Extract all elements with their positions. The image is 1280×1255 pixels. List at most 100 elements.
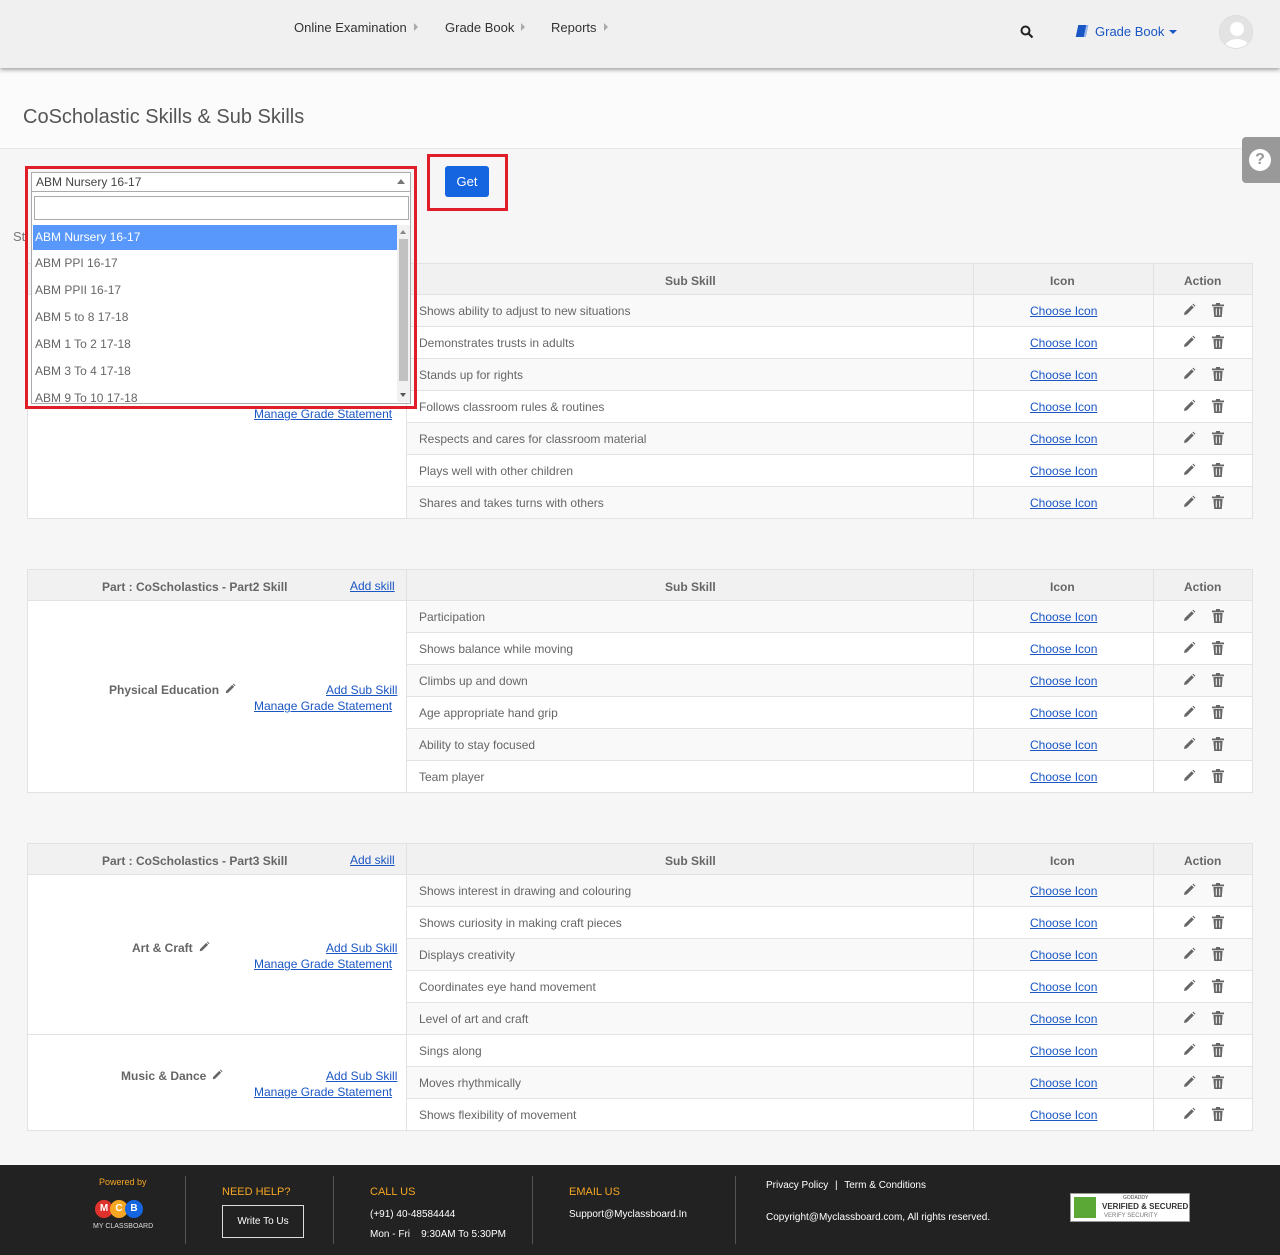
choose-icon-link[interactable]: Choose Icon — [1030, 496, 1097, 510]
choose-icon-link[interactable]: Choose Icon — [1030, 1108, 1097, 1122]
delete-trash-icon[interactable] — [1212, 705, 1224, 719]
choose-icon-link[interactable]: Choose Icon — [1030, 304, 1097, 318]
nav-online-examination[interactable]: Online Examination — [294, 20, 418, 35]
edit-pencil-icon[interactable] — [1182, 367, 1196, 381]
col-header-icon: Icon — [1050, 274, 1075, 288]
delete-trash-icon[interactable] — [1212, 1011, 1224, 1025]
edit-skill-pencil-icon[interactable] — [224, 683, 236, 695]
delete-trash-icon[interactable] — [1212, 737, 1224, 751]
edit-pencil-icon[interactable] — [1182, 705, 1196, 719]
edit-pencil-icon[interactable] — [1182, 335, 1196, 349]
choose-icon-link[interactable]: Choose Icon — [1030, 738, 1097, 752]
delete-trash-icon[interactable] — [1212, 915, 1224, 929]
delete-trash-icon[interactable] — [1212, 1107, 1224, 1121]
edit-pencil-icon[interactable] — [1182, 673, 1196, 687]
choose-icon-link[interactable]: Choose Icon — [1030, 1044, 1097, 1058]
edit-pencil-icon[interactable] — [1182, 947, 1196, 961]
edit-skill-pencil-icon[interactable] — [198, 941, 210, 953]
choose-icon-link[interactable]: Choose Icon — [1030, 432, 1097, 446]
write-to-us-button[interactable]: Write To Us — [222, 1205, 304, 1238]
delete-trash-icon[interactable] — [1212, 1075, 1224, 1089]
godaddy-badge[interactable]: GODADDY VERIFIED & SECURED VERIFY SECURI… — [1070, 1193, 1190, 1222]
delete-trash-icon[interactable] — [1212, 303, 1224, 317]
avatar[interactable] — [1219, 15, 1253, 49]
privacy-policy-link[interactable]: Privacy Policy — [766, 1180, 828, 1191]
edit-pencil-icon[interactable] — [1182, 1075, 1196, 1089]
choose-icon-link[interactable]: Choose Icon — [1030, 400, 1097, 414]
delete-trash-icon[interactable] — [1212, 609, 1224, 623]
choose-icon-link[interactable]: Choose Icon — [1030, 770, 1097, 784]
choose-icon-link[interactable]: Choose Icon — [1030, 916, 1097, 930]
edit-pencil-icon[interactable] — [1182, 1011, 1196, 1025]
choose-icon-link[interactable]: Choose Icon — [1030, 1076, 1097, 1090]
edit-pencil-icon[interactable] — [1182, 463, 1196, 477]
choose-icon-link[interactable]: Choose Icon — [1030, 948, 1097, 962]
edit-pencil-icon[interactable] — [1182, 399, 1196, 413]
delete-trash-icon[interactable] — [1212, 335, 1224, 349]
help-button[interactable]: ? — [1242, 137, 1280, 183]
sub-skill-name: Moves rhythmically — [419, 1076, 522, 1090]
add-sub-skill-link[interactable]: Add Sub Skill — [326, 683, 397, 697]
choose-icon-link[interactable]: Choose Icon — [1030, 1012, 1097, 1026]
choose-icon-link[interactable]: Choose Icon — [1030, 980, 1097, 994]
choose-icon-link[interactable]: Choose Icon — [1030, 884, 1097, 898]
edit-pencil-icon[interactable] — [1182, 737, 1196, 751]
delete-trash-icon[interactable] — [1212, 431, 1224, 445]
edit-pencil-icon[interactable] — [1182, 769, 1196, 783]
table-row: Shows interest in drawing and colouring C… — [406, 875, 1252, 907]
add-skill-link[interactable]: Add skill — [350, 579, 395, 593]
delete-trash-icon[interactable] — [1212, 367, 1224, 381]
edit-pencil-icon[interactable] — [1182, 979, 1196, 993]
edit-skill-pencil-icon[interactable] — [211, 1069, 223, 1081]
delete-trash-icon[interactable] — [1212, 947, 1224, 961]
choose-icon-link[interactable]: Choose Icon — [1030, 464, 1097, 478]
support-email[interactable]: Support@Myclassboard.In — [569, 1209, 687, 1220]
edit-pencil-icon[interactable] — [1182, 915, 1196, 929]
choose-icon-link[interactable]: Choose Icon — [1030, 706, 1097, 720]
edit-pencil-icon[interactable] — [1182, 641, 1196, 655]
skill-name-text: Physical Education — [109, 683, 220, 697]
edit-pencil-icon[interactable] — [1182, 303, 1196, 317]
column-divider — [406, 570, 407, 792]
manage-grade-statement-link[interactable]: Manage Grade Statement — [254, 699, 392, 713]
choose-icon-link[interactable]: Choose Icon — [1030, 674, 1097, 688]
choose-icon-link[interactable]: Choose Icon — [1030, 368, 1097, 382]
delete-trash-icon[interactable] — [1212, 641, 1224, 655]
delete-trash-icon[interactable] — [1212, 399, 1224, 413]
footer-links: Privacy Policy | Term & Conditions — [766, 1180, 926, 1191]
sub-skill-name: Shows balance while moving — [419, 642, 574, 656]
sub-skill-name: Coordinates eye hand movement — [419, 980, 596, 994]
part-title: Part : CoScholastics - Part3 Skill — [102, 854, 288, 868]
choose-icon-link[interactable]: Choose Icon — [1030, 610, 1097, 624]
delete-trash-icon[interactable] — [1212, 769, 1224, 783]
delete-trash-icon[interactable] — [1212, 463, 1224, 477]
nav-reports[interactable]: Reports — [551, 20, 608, 35]
edit-pencil-icon[interactable] — [1182, 609, 1196, 623]
add-sub-skill-link[interactable]: Add Sub Skill — [326, 941, 397, 955]
add-sub-skill-link[interactable]: Add Sub Skill — [326, 1069, 397, 1083]
edit-pencil-icon[interactable] — [1182, 883, 1196, 897]
table-row: Ability to stay focused Choose Icon — [406, 729, 1252, 761]
manage-grade-statement-link[interactable]: Manage Grade Statement — [254, 1085, 392, 1099]
search-icon[interactable] — [1020, 25, 1034, 39]
edit-pencil-icon[interactable] — [1182, 1107, 1196, 1121]
gradebook-dropdown[interactable]: Grade Book — [1075, 24, 1178, 39]
highlight-box-dropdown — [25, 166, 417, 409]
manage-grade-statement-link[interactable]: Manage Grade Statement — [254, 957, 392, 971]
nav-grade-book[interactable]: Grade Book — [445, 20, 526, 35]
delete-trash-icon[interactable] — [1212, 495, 1224, 509]
delete-trash-icon[interactable] — [1212, 1043, 1224, 1057]
col-header-sub-skill: Sub Skill — [665, 274, 716, 288]
table-row: Age appropriate hand grip Choose Icon — [406, 697, 1252, 729]
edit-pencil-icon[interactable] — [1182, 431, 1196, 445]
delete-trash-icon[interactable] — [1212, 883, 1224, 897]
terms-link[interactable]: Term & Conditions — [844, 1180, 926, 1191]
choose-icon-link[interactable]: Choose Icon — [1030, 642, 1097, 656]
add-skill-link[interactable]: Add skill — [350, 853, 395, 867]
edit-pencil-icon[interactable] — [1182, 1043, 1196, 1057]
delete-trash-icon[interactable] — [1212, 673, 1224, 687]
manage-grade-statement-link[interactable]: Manage Grade Statement — [254, 407, 392, 421]
choose-icon-link[interactable]: Choose Icon — [1030, 336, 1097, 350]
edit-pencil-icon[interactable] — [1182, 495, 1196, 509]
delete-trash-icon[interactable] — [1212, 979, 1224, 993]
